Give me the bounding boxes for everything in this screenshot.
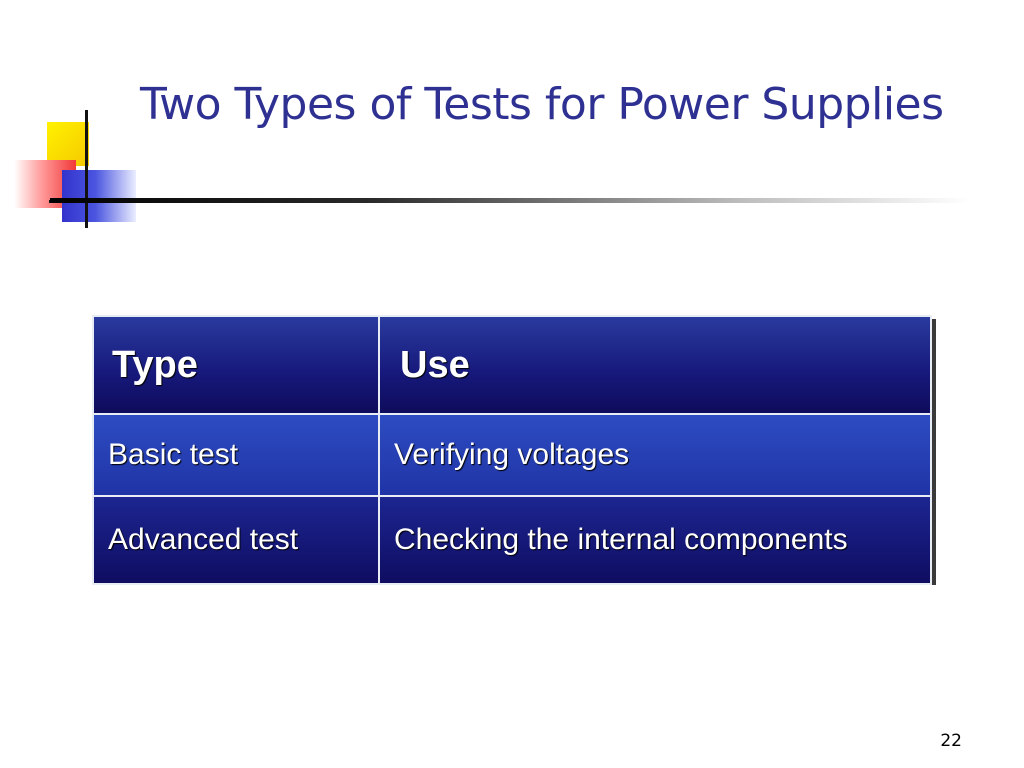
logo-vertical-line — [85, 110, 88, 228]
cell-type: Advanced test — [92, 495, 380, 585]
cell-use: Verifying voltages — [378, 413, 932, 497]
tests-table: Type Use Basic test Verifying voltages A… — [92, 315, 932, 585]
header-use: Use — [378, 315, 932, 415]
slide-logo-graphic — [0, 100, 140, 240]
header-type: Type — [92, 315, 380, 415]
table-header-row: Type Use — [92, 315, 932, 415]
title-underline — [50, 198, 970, 203]
cell-type: Basic test — [92, 413, 380, 497]
cell-use: Checking the internal components — [378, 495, 932, 585]
table-row: Advanced test Checking the internal comp… — [92, 495, 932, 585]
table-row: Basic test Verifying voltages — [92, 413, 932, 497]
tests-table-container: Type Use Basic test Verifying voltages A… — [92, 315, 932, 585]
slide-title: Two Types of Tests for Power Supplies — [140, 79, 944, 130]
logo-blue-square — [62, 170, 136, 222]
page-number: 22 — [940, 731, 962, 751]
